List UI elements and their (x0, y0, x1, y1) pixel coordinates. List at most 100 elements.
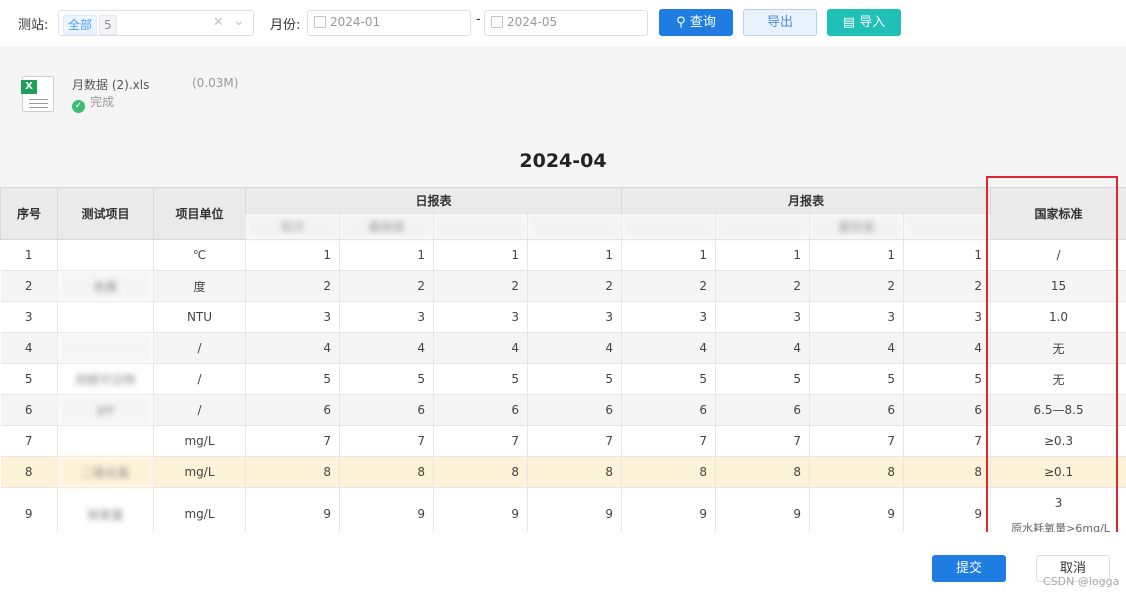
cell-daily-4: 3 (527, 301, 623, 333)
cell-monthly-2: 6 (715, 394, 811, 426)
cell-unit: mg/L (153, 425, 246, 457)
table-row[interactable]: 3 NTU 3 3 3 3 3 3 3 3 1.0 (0, 301, 1126, 333)
cell-monthly-1: 5 (621, 363, 717, 395)
cell-daily-2: 4 (339, 332, 434, 364)
station-select[interactable]: 全部 5 ✕ ⌄ (58, 10, 254, 36)
chevron-down-icon[interactable]: ⌄ (233, 13, 245, 29)
cell-index: 8 (0, 456, 58, 488)
cell-unit: / (153, 363, 246, 395)
col-daily-sub (433, 213, 528, 240)
cell-index: 7 (0, 425, 58, 457)
table-row[interactable]: 8 二氧化氯 mg/L 8 8 8 8 8 8 8 8 ≥0.1 (0, 456, 1126, 488)
cell-unit: / (153, 332, 246, 364)
table-row[interactable]: 4/4 4 4 4 4 4 4 4 无 (0, 332, 1126, 364)
report-title: 2024-04 (519, 150, 607, 172)
table-row[interactable]: 7 mg/L 7 7 7 7 7 7 7 7 ≥0.3 (0, 425, 1126, 457)
cell-index: 9 (0, 487, 58, 532)
table-row[interactable]: 5 肉眼可见物/5 5 5 5 5 5 5 5 无 (0, 363, 1126, 395)
cell-monthly-3: 4 (809, 332, 905, 364)
search-icon: ⚲ (676, 15, 686, 30)
import-button-label: 导入 (859, 15, 886, 30)
upload-status-text: 完成 (90, 95, 115, 109)
date-from-picker[interactable]: 2024-01 (307, 10, 471, 36)
cell-item: 耗氧量 (57, 487, 154, 532)
filter-toolbar: 测站: 全部 5 ✕ ⌄ 月份: 2024-01 - 2024-05 ⚲ 查询 … (0, 0, 1126, 46)
cell-daily-2: 9 (339, 487, 434, 532)
cell-daily-1: 9 (245, 487, 340, 532)
cell-monthly-3: 9 (809, 487, 905, 532)
cell-daily-3: 5 (433, 363, 528, 395)
cell-monthly-1: 4 (621, 332, 717, 364)
cell-unit: ℃ (153, 239, 246, 271)
cell-monthly-2: 5 (715, 363, 811, 395)
col-item: 测试项目 (57, 187, 154, 240)
table-row[interactable]: 2 色度度 2 2 2 2 2 2 2 2 15 (0, 270, 1126, 302)
table-row[interactable]: 6 pH/6 6 6 6 6 6 6 6 6.5—8.5 (0, 394, 1126, 426)
cell-daily-1: 4 (245, 332, 340, 364)
table-row[interactable]: 9 耗氧量 mg/L 9 9 9 9 9 9 9 9 3 原水耗氧量>6mg/L (0, 487, 1126, 532)
cell-daily-3: 1 (433, 239, 528, 271)
cell-monthly-4: 6 (903, 394, 992, 426)
check-circle-icon: ✓ (72, 100, 85, 113)
query-button[interactable]: ⚲ 查询 (659, 9, 733, 36)
cell-daily-4: 8 (527, 456, 623, 488)
cell-daily-1: 8 (245, 456, 340, 488)
month-label: 月份: (270, 18, 301, 33)
col-unit: 项目单位 (153, 187, 246, 240)
cell-item: 色度 (57, 270, 154, 302)
col-daily-sub (526, 213, 623, 240)
import-dialog-body: X 月数据 (2).xls (0.03M) ✓ 完成 2024-04 序号 测试项… (0, 46, 1126, 532)
col-monthly: 月报表 (621, 187, 992, 214)
cell-index: 3 (0, 301, 58, 333)
col-monthly-sub (715, 213, 811, 240)
cell-monthly-4: 1 (903, 239, 992, 271)
date-to-picker[interactable]: 2024-05 (484, 10, 648, 36)
cell-unit: 度 (153, 270, 246, 302)
cell-item: 肉眼可见物 (57, 363, 154, 395)
cell-monthly-1: 9 (621, 487, 717, 532)
submit-button[interactable]: 提交 (932, 555, 1006, 582)
cell-monthly-2: 4 (715, 332, 811, 364)
cell-daily-4: 5 (527, 363, 623, 395)
col-daily-sub: 最高值 (339, 213, 434, 240)
cell-daily-4: 6 (527, 394, 623, 426)
cell-monthly-4: 3 (903, 301, 992, 333)
cell-daily-1: 1 (245, 239, 340, 271)
cell-index: 1 (0, 239, 58, 271)
cell-monthly-3: 7 (809, 425, 905, 457)
col-index: 序号 (0, 187, 58, 240)
close-icon[interactable]: ✕ (213, 15, 224, 30)
cell-item (57, 425, 154, 457)
cell-item: 二氧化氯 (57, 456, 154, 488)
station-tag[interactable]: 全部 (63, 15, 98, 35)
calendar-icon (491, 16, 503, 28)
query-button-label: 查询 (689, 15, 716, 30)
cell-index: 4 (0, 332, 58, 364)
cell-monthly-4: 8 (903, 456, 992, 488)
cell-daily-1: 3 (245, 301, 340, 333)
cell-daily-1: 2 (245, 270, 340, 302)
cell-daily-3: 7 (433, 425, 528, 457)
cell-monthly-1: 6 (621, 394, 717, 426)
table-row[interactable]: 1 ℃ 1 1 1 1 1 1 1 1/ (0, 239, 1126, 271)
cell-monthly-3: 3 (809, 301, 905, 333)
cell-daily-4: 4 (527, 332, 623, 364)
cell-daily-2: 8 (339, 456, 434, 488)
cell-monthly-4: 2 (903, 270, 992, 302)
cell-daily-1: 6 (245, 394, 340, 426)
cell-daily-2: 7 (339, 425, 434, 457)
file-size: (0.03M) (192, 76, 239, 90)
cell-daily-3: 2 (433, 270, 528, 302)
cell-daily-4: 9 (527, 487, 623, 532)
cell-daily-4: 7 (527, 425, 623, 457)
export-button-label: 导出 (766, 15, 793, 30)
cell-item (57, 239, 154, 271)
import-button[interactable]: ▤ 导入 (827, 9, 901, 36)
cell-item (57, 332, 154, 364)
cell-daily-2: 6 (339, 394, 434, 426)
export-button[interactable]: 导出 (743, 9, 817, 36)
cell-monthly-1: 2 (621, 270, 717, 302)
col-daily: 日报表 (244, 187, 623, 214)
col-monthly-sub: 最低值 (809, 213, 905, 240)
report-table: 序号 测试项目 项目单位 日报表 月报表 国家标准 验次 最高值 最低值 1 ℃ 1… (0, 187, 1126, 532)
